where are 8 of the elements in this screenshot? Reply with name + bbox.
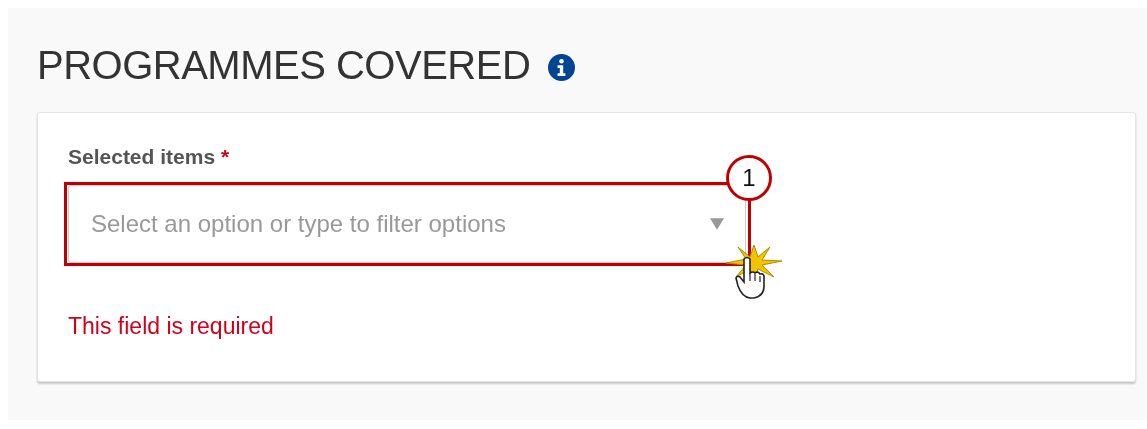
- caret-icon: [710, 218, 724, 230]
- hand-cursor-icon: [734, 255, 766, 299]
- error-message: This field is required: [68, 313, 275, 340]
- callout-number: 1: [726, 155, 772, 201]
- section-title: PROGRAMMES COVERED: [37, 42, 531, 88]
- field-label: Selected items: [68, 145, 216, 169]
- required-mark: *: [221, 145, 230, 169]
- info-icon[interactable]: [548, 53, 576, 81]
